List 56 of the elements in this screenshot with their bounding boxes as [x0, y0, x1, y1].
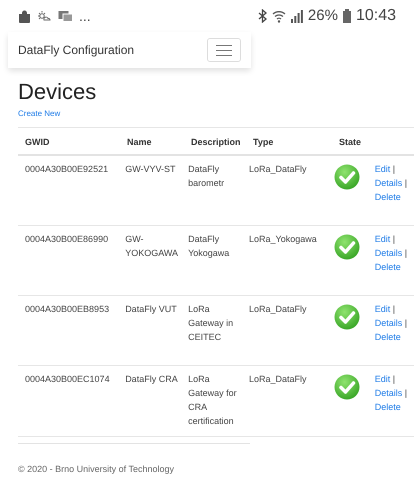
row-action-link[interactable]: Delete	[374, 192, 401, 202]
sun-cloud-icon	[37, 10, 52, 22]
table-cell: DataFly VUT	[125, 304, 177, 314]
column-header: GWID	[25, 137, 50, 147]
table-cell: 0004A30B00E92521	[25, 164, 108, 174]
page-title: Devices	[18, 78, 98, 106]
table-cell: GW-VYV-ST	[125, 164, 176, 174]
menu-button[interactable]	[207, 38, 241, 62]
battery-percent: 26%	[308, 6, 338, 26]
link-separator: |	[392, 374, 396, 384]
table-cell: LoRa_DataFly	[249, 164, 307, 174]
link-separator: |	[404, 248, 408, 258]
row-action-link[interactable]: Delete	[374, 332, 401, 342]
row-action-link[interactable]: Delete	[374, 402, 401, 412]
column-header: Name	[127, 137, 152, 147]
row-action-link[interactable]: Edit	[374, 374, 390, 384]
wifi-icon	[272, 10, 286, 22]
row-action-link[interactable]: Edit	[374, 164, 390, 174]
clock: 10:43	[356, 6, 396, 26]
link-separator: |	[392, 164, 396, 174]
table-cell: 0004A30B00E86990	[25, 234, 108, 244]
table-cell: 0004A30B00EC1074	[25, 374, 110, 384]
row-action-link[interactable]: Details	[374, 388, 402, 398]
row-action-link[interactable]: Edit	[374, 304, 390, 314]
more-notifications: ...	[79, 9, 91, 23]
table-cell: LoRa_Yokogawa	[249, 234, 317, 244]
column-header: Type	[253, 137, 274, 147]
link-separator: |	[392, 304, 396, 314]
create-new-link[interactable]: Create New	[18, 109, 414, 119]
row-action-link[interactable]: Edit	[374, 234, 390, 244]
table-cell: DataFly barometr	[188, 164, 224, 188]
row-action-link[interactable]: Delete	[374, 262, 401, 272]
table-cell: LoRa_DataFly	[249, 374, 307, 384]
table-cell: LoRa_DataFly	[249, 304, 307, 314]
table-cell: DataFly Yokogawa	[188, 234, 230, 258]
column-header: Description	[191, 137, 241, 147]
table-cell: DataFly CRA	[125, 374, 178, 384]
brand-title[interactable]: DataFly Configuration	[18, 41, 134, 59]
footer-text: © 2020 - Brno University of Technology	[18, 464, 174, 474]
column-header: State	[339, 137, 362, 147]
row-action-link[interactable]: Details	[374, 178, 402, 188]
link-separator: |	[392, 234, 396, 244]
row-action-link[interactable]: Details	[374, 318, 402, 328]
row-action-link[interactable]: Details	[374, 248, 402, 258]
battery-icon	[342, 9, 351, 23]
table-cell: 0004A30B00EB8953	[25, 304, 110, 314]
bluetooth-icon	[258, 9, 267, 23]
signal-icon	[290, 10, 303, 22]
table-cell: LoRa Gateway in CEITEC	[188, 304, 234, 342]
link-separator: |	[404, 178, 408, 188]
table-cell: GW-YOKOGAWA	[125, 234, 178, 258]
photo-icon	[58, 10, 73, 22]
link-separator: |	[404, 318, 408, 328]
link-separator: |	[404, 388, 408, 398]
table-cell: LoRa Gateway for CRA certification	[188, 374, 237, 426]
bag-icon	[18, 10, 31, 22]
